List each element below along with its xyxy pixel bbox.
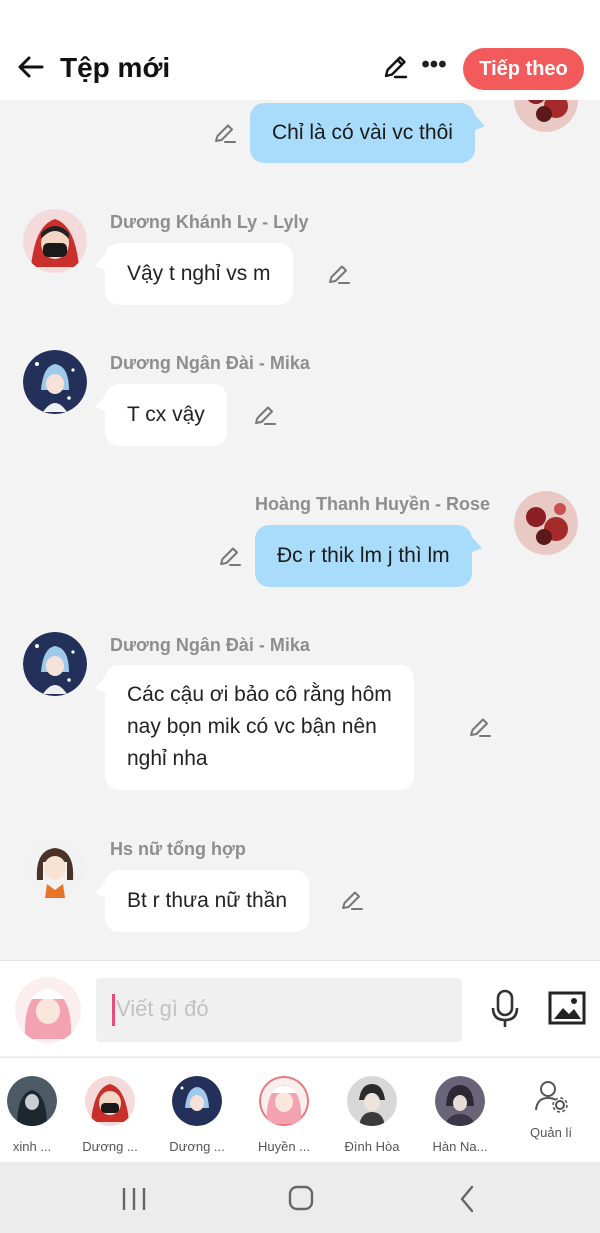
more-icon[interactable]: ••• <box>420 52 448 82</box>
member-avatar <box>259 1076 309 1126</box>
member-item[interactable]: Dương ... <box>70 1076 150 1154</box>
member-name: Dương ... <box>169 1139 225 1154</box>
member-avatar <box>435 1076 485 1126</box>
member-name: Đình Hòa <box>344 1139 400 1154</box>
message-bubble[interactable]: Chỉ là có vài vc thôi <box>250 103 475 163</box>
member-item[interactable]: Huyền ... <box>244 1076 324 1154</box>
recent-apps-icon[interactable] <box>114 1182 154 1216</box>
avatar-rose[interactable] <box>514 100 578 132</box>
message-input[interactable]: Viết gì đó <box>96 978 462 1042</box>
message-input-placeholder: Viết gì đó <box>116 996 209 1021</box>
member-avatar <box>7 1076 57 1126</box>
page-title: Tệp mới <box>60 52 171 83</box>
pencil-icon[interactable] <box>467 714 493 740</box>
text-cursor <box>112 994 115 1026</box>
manage-label: Quản lí <box>530 1125 572 1140</box>
avatar-current-user[interactable] <box>15 977 81 1043</box>
message-bubble[interactable]: Các cậu ơi bảo cô rằng hôm nay bọn mik c… <box>105 665 414 790</box>
member-item[interactable]: xinh ... <box>0 1076 72 1154</box>
member-name: Hàn Na... <box>432 1139 488 1154</box>
back-arrow-icon[interactable] <box>14 50 48 84</box>
home-icon[interactable] <box>281 1182 321 1216</box>
avatar-mika[interactable] <box>23 350 87 414</box>
message-line: Các cậu ơi bảo cô rằng hôm <box>127 683 392 706</box>
message-line: nghỉ nha <box>127 747 208 770</box>
member-avatar <box>347 1076 397 1126</box>
member-name: xinh ... <box>12 1139 52 1154</box>
back-icon[interactable] <box>448 1182 488 1216</box>
manage-button[interactable]: Quản lí <box>520 1078 582 1140</box>
pencil-icon[interactable] <box>339 887 365 913</box>
sender-name: Hs nữ tổng hợp <box>110 839 246 859</box>
image-icon[interactable] <box>548 991 586 1025</box>
system-navigation-bar <box>0 1162 600 1233</box>
member-avatar <box>85 1076 135 1126</box>
member-list[interactable]: xinh ... Dương ... Dương ... Huyền ... Đ… <box>0 1057 600 1162</box>
message-bubble[interactable]: T cx vậy <box>105 384 227 446</box>
microphone-icon[interactable] <box>488 989 522 1029</box>
avatar-lyly[interactable] <box>23 209 87 273</box>
member-name: Dương ... <box>82 1139 138 1154</box>
message-bubble[interactable]: Bt r thưa nữ thần <box>105 870 310 932</box>
sender-name: Dương Ngân Đài - Mika <box>110 353 310 373</box>
pencil-icon[interactable] <box>217 543 243 569</box>
pencil-icon[interactable] <box>252 402 278 428</box>
message-bubble[interactable]: Vậy t nghỉ vs m <box>105 243 293 305</box>
avatar-hs-nu[interactable] <box>23 836 87 900</box>
member-name: Huyền ... <box>257 1139 311 1154</box>
member-avatar <box>172 1076 222 1126</box>
manage-user-icon <box>535 1081 568 1113</box>
chat-area[interactable]: Chỉ là có vài vc thôi Dương Khánh Ly - L… <box>0 100 600 960</box>
pencil-icon[interactable] <box>326 261 352 287</box>
avatar-mika[interactable] <box>23 632 87 696</box>
message-bubble[interactable]: Đc r thik lm j thì lm <box>255 525 472 587</box>
member-item[interactable]: Hàn Na... <box>420 1076 500 1154</box>
message-line: nay bọn mik có vc bận nên <box>127 715 377 738</box>
sender-name: Dương Ngân Đài - Mika <box>110 635 310 655</box>
pencil-icon[interactable] <box>380 52 410 82</box>
member-item[interactable]: Đình Hòa <box>332 1076 412 1154</box>
member-item[interactable]: Dương ... <box>157 1076 237 1154</box>
sender-name: Dương Khánh Ly - Lyly <box>110 212 309 232</box>
next-button[interactable]: Tiếp theo <box>463 48 584 90</box>
top-bar: Tệp mới ••• Tiếp theo <box>0 0 600 100</box>
sender-name: Hoàng Thanh Huyền - Rose <box>254 494 490 514</box>
pencil-icon[interactable] <box>212 120 238 146</box>
composer-bar: Viết gì đó <box>0 960 600 1056</box>
avatar-rose[interactable] <box>514 491 578 555</box>
